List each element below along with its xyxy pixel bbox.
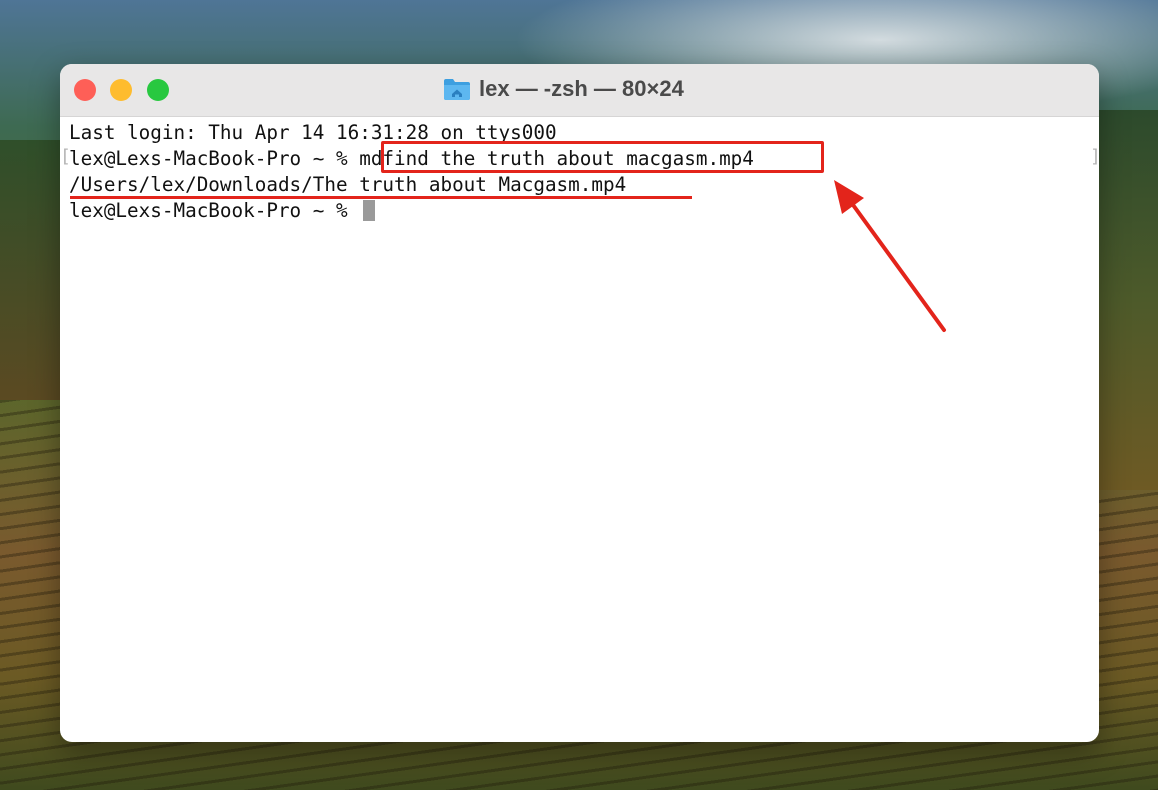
shell-prompt: lex@Lexs-MacBook-Pro ~ % — [69, 199, 360, 222]
zoom-button[interactable] — [147, 79, 169, 101]
text-cursor — [363, 200, 376, 221]
result-path-line: /Users/lex/Downloads/The truth about Mac… — [69, 173, 627, 196]
minimize-button[interactable] — [110, 79, 132, 101]
result-underline — [70, 196, 692, 199]
close-button[interactable] — [74, 79, 96, 101]
terminal-window: lex — -zsh — 80×24 [ ] Last login: Thu A… — [60, 64, 1099, 742]
home-folder-icon — [444, 79, 470, 100]
window-title: lex — -zsh — 80×24 — [443, 74, 684, 104]
title-bar[interactable]: lex — -zsh — 80×24 — [60, 64, 1099, 117]
shell-prompt: lex@Lexs-MacBook-Pro ~ % — [69, 147, 360, 170]
command-highlight-box — [381, 141, 824, 173]
current-prompt-line[interactable]: lex@Lexs-MacBook-Pro ~ % — [69, 198, 1099, 224]
window-title-text: lex — -zsh — 80×24 — [479, 76, 684, 101]
